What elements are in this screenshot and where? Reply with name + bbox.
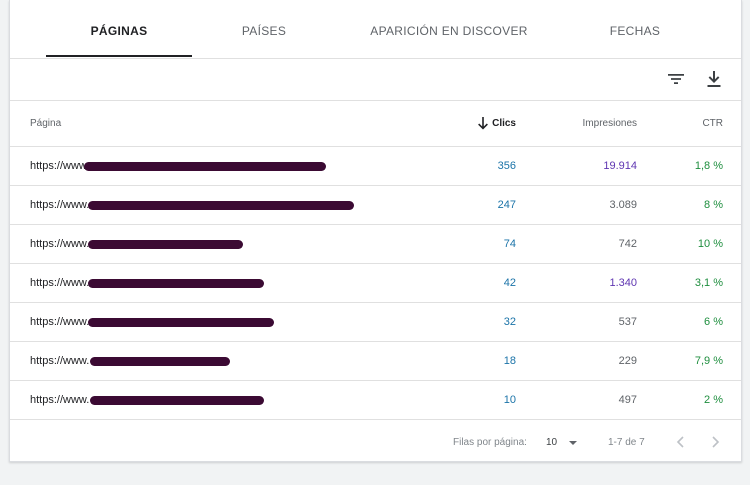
ctr-value: 6 % bbox=[704, 316, 723, 328]
table-row[interactable]: https://www. 18 229 7,9 % bbox=[10, 342, 741, 381]
impressions-value: 19.914 bbox=[603, 160, 637, 172]
table-toolbar bbox=[10, 59, 741, 101]
ctr-value: 8 % bbox=[704, 199, 723, 211]
page-url[interactable]: https://www. bbox=[30, 381, 89, 419]
impressions-value: 742 bbox=[618, 238, 637, 250]
clicks-value: 247 bbox=[497, 199, 516, 211]
redaction-mark bbox=[88, 240, 243, 249]
pagination-range: 1-7 de 7 bbox=[608, 437, 645, 448]
ctr-value: 7,9 % bbox=[694, 355, 723, 367]
clicks-value: 18 bbox=[503, 355, 516, 367]
page-url[interactable]: https://www. bbox=[30, 186, 89, 224]
table-row[interactable]: https://www. 74 742 10 % bbox=[10, 225, 741, 264]
rows-per-page-label: Filas por página: bbox=[453, 437, 527, 448]
chevron-right-icon[interactable] bbox=[707, 434, 723, 450]
redaction-mark bbox=[84, 162, 326, 171]
redaction-mark bbox=[90, 396, 264, 405]
chevron-left-icon[interactable] bbox=[673, 434, 689, 450]
tab-bar: PÁGINAS PAÍSES APARICIÓN EN DISCOVER FEC… bbox=[10, 0, 741, 59]
impressions-value: 3.089 bbox=[609, 199, 637, 211]
clicks-value: 32 bbox=[503, 316, 516, 328]
tab-paginas[interactable]: PÁGINAS bbox=[46, 0, 192, 58]
filter-icon[interactable] bbox=[664, 67, 688, 91]
performance-card: PÁGINAS PAÍSES APARICIÓN EN DISCOVER FEC… bbox=[9, 0, 742, 462]
header-page[interactable]: Página bbox=[30, 101, 61, 146]
header-clicks[interactable]: Clics bbox=[492, 101, 516, 146]
ctr-value: 1,8 % bbox=[694, 160, 723, 172]
download-icon[interactable] bbox=[702, 67, 726, 91]
impressions-value: 1.340 bbox=[609, 277, 637, 289]
impressions-value: 229 bbox=[618, 355, 637, 367]
header-impressions[interactable]: Impresiones bbox=[583, 101, 637, 146]
table-row[interactable]: https://www. 32 537 6 % bbox=[10, 303, 741, 342]
tab-aparicion-en-discover[interactable]: APARICIÓN EN DISCOVER bbox=[364, 0, 534, 58]
table-row[interactable]: https://www. 356 19.914 1,8 % bbox=[10, 147, 741, 186]
dropdown-arrow-icon[interactable] bbox=[566, 420, 580, 485]
tab-paises[interactable]: PAÍSES bbox=[200, 0, 328, 58]
impressions-value: 537 bbox=[618, 316, 637, 328]
page-url[interactable]: https://www. bbox=[30, 147, 89, 185]
redaction-mark bbox=[88, 279, 264, 288]
ctr-value: 2 % bbox=[704, 394, 723, 406]
table-header: Página Clics Impresiones CTR bbox=[10, 101, 741, 147]
table-row[interactable]: https://www. 42 1.340 3,1 % bbox=[10, 264, 741, 303]
redaction-mark bbox=[88, 318, 274, 327]
redaction-mark bbox=[90, 357, 230, 366]
rows-per-page-select[interactable]: 10 bbox=[546, 420, 557, 465]
clicks-value: 42 bbox=[503, 277, 516, 289]
ctr-value: 10 % bbox=[697, 238, 723, 250]
redaction-mark bbox=[88, 201, 354, 210]
header-ctr[interactable]: CTR bbox=[702, 101, 723, 146]
clicks-value: 74 bbox=[503, 238, 516, 250]
clicks-value: 356 bbox=[497, 160, 516, 172]
table-row[interactable]: https://www. 247 3.089 8 % bbox=[10, 186, 741, 225]
ctr-value: 3,1 % bbox=[694, 277, 723, 289]
table-row[interactable]: https://www. 10 497 2 % bbox=[10, 381, 741, 420]
table-footer: Filas por página: 10 1-7 de 7 bbox=[10, 420, 741, 465]
clicks-value: 10 bbox=[503, 394, 516, 406]
impressions-value: 497 bbox=[618, 394, 637, 406]
active-tab-indicator bbox=[46, 55, 192, 57]
page-url[interactable]: https://www. bbox=[30, 303, 89, 341]
page-url[interactable]: https://www. bbox=[30, 342, 89, 380]
page-url[interactable]: https://www. bbox=[30, 225, 89, 263]
page-url[interactable]: https://www. bbox=[30, 264, 89, 302]
tab-fechas[interactable]: FECHAS bbox=[575, 0, 695, 58]
